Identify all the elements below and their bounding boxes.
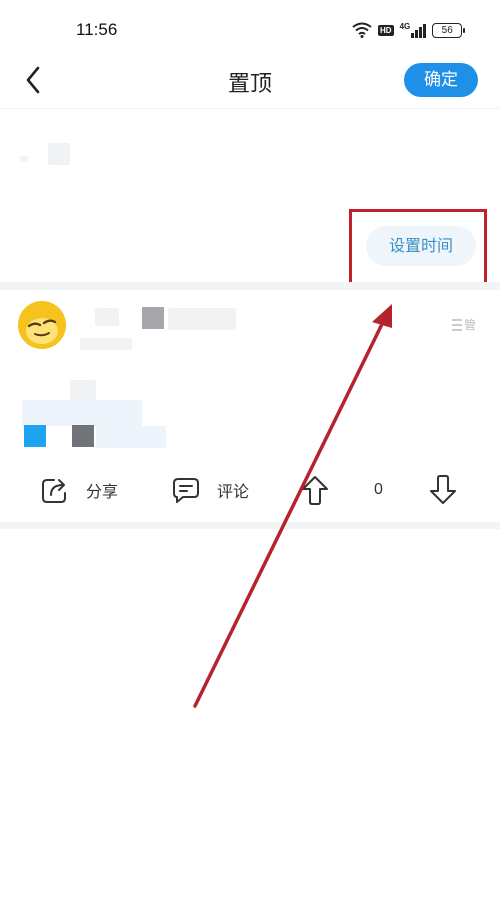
annotation-arrow — [193, 304, 392, 708]
